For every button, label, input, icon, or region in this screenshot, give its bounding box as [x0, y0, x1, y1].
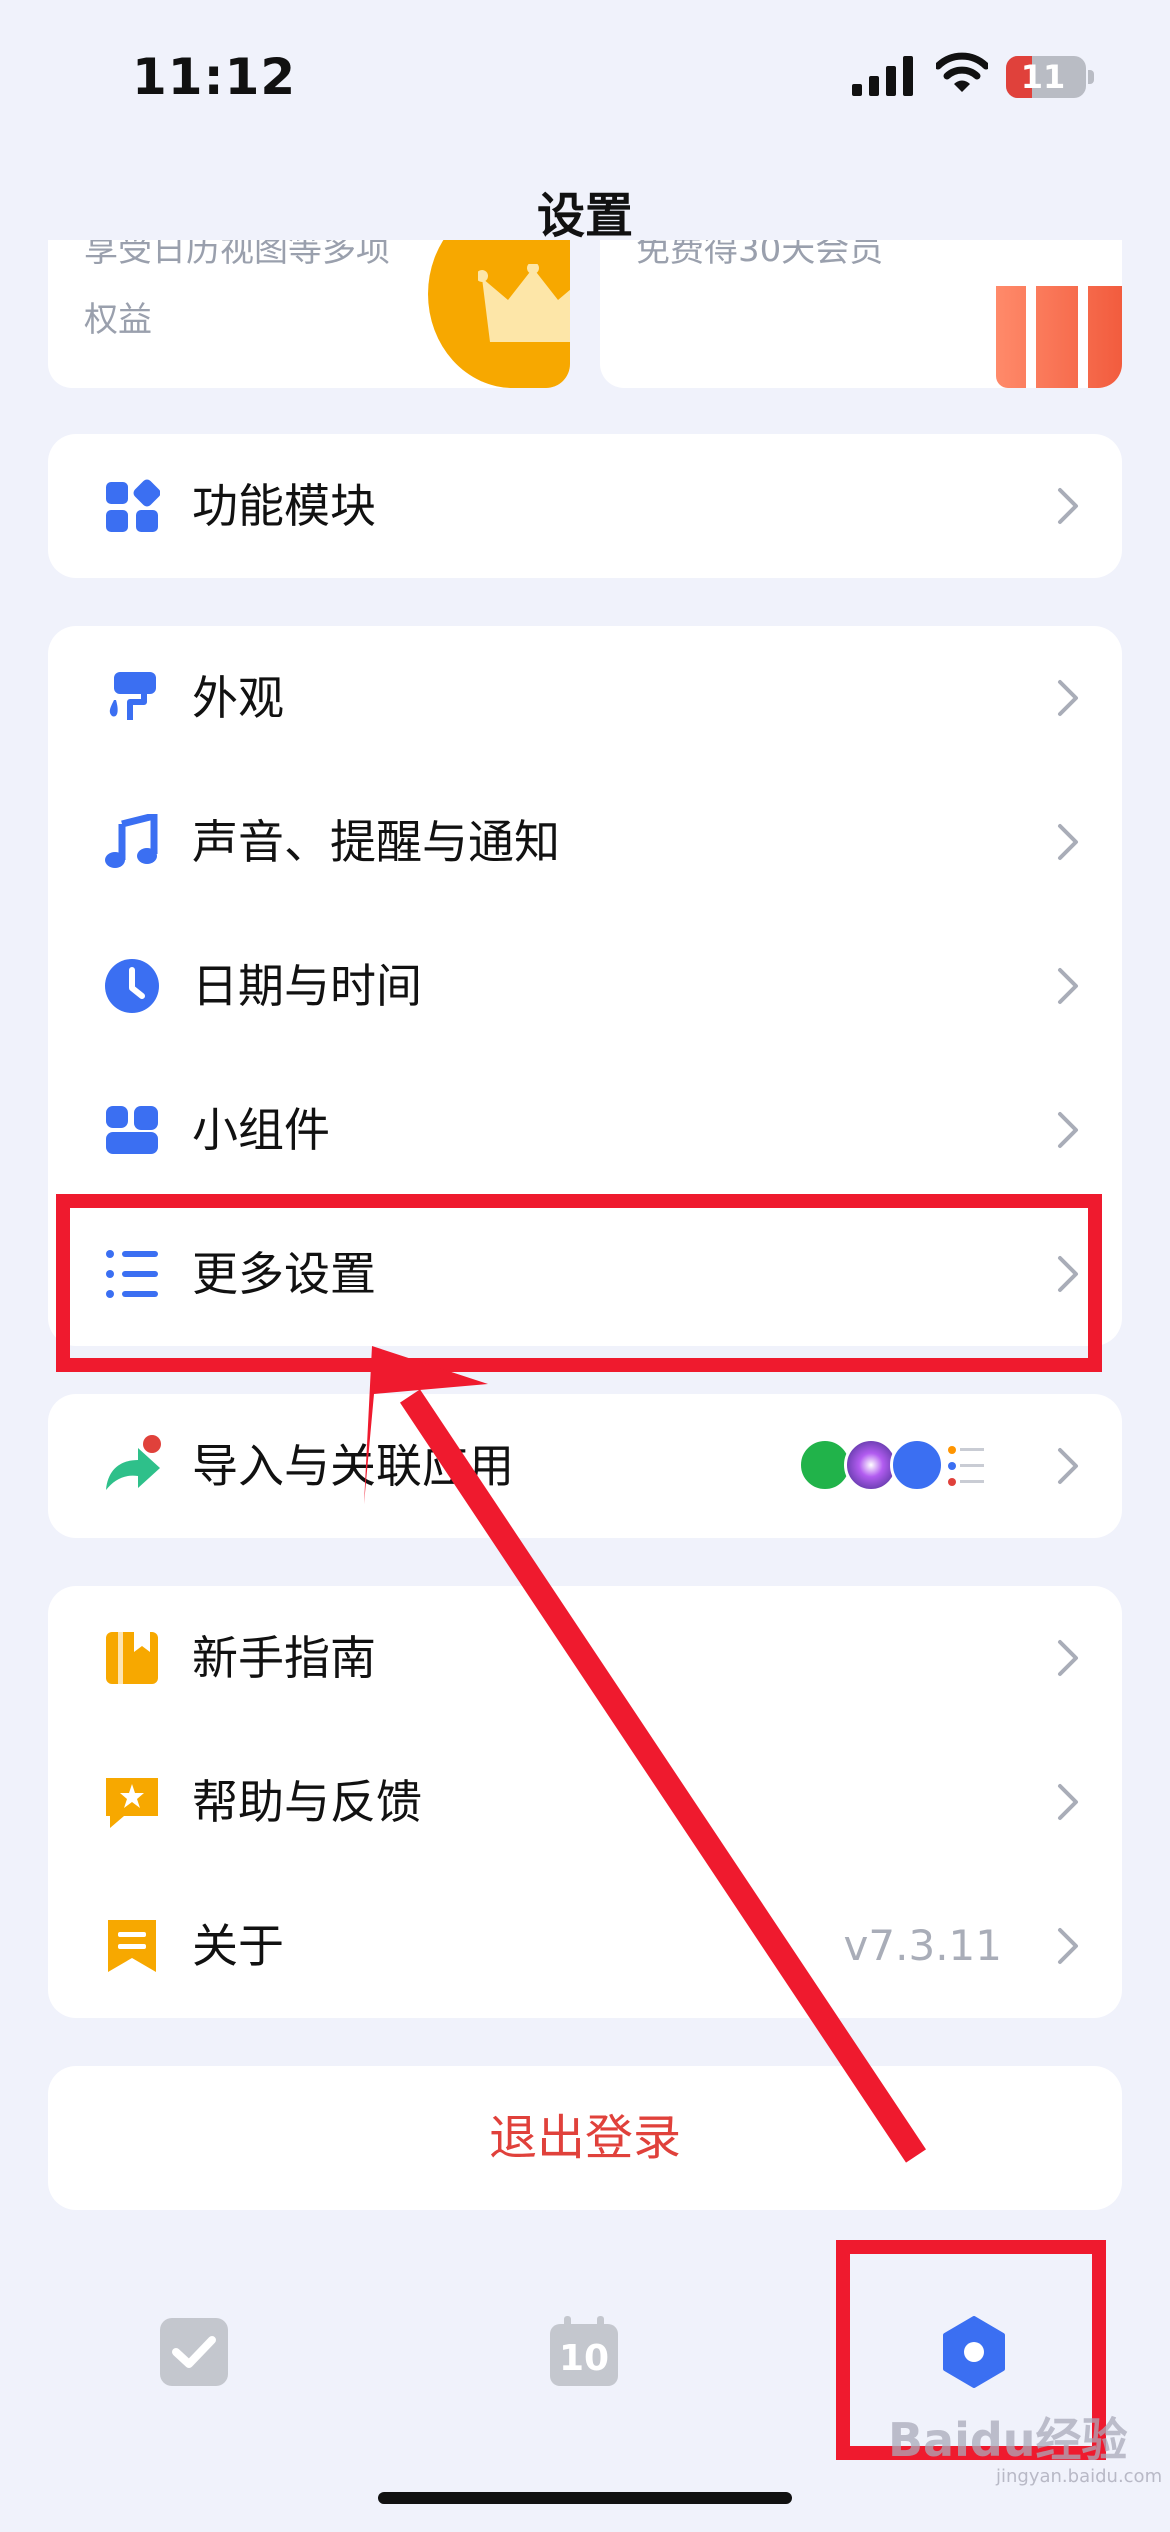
- premium-promo-card[interactable]: 享受日历视图等多项 权益: [48, 240, 570, 388]
- row-sound[interactable]: 声音、提醒与通知: [48, 770, 1122, 914]
- calendar-app-icon: [890, 1438, 944, 1492]
- crown-icon: [478, 264, 570, 342]
- battery-level: 11: [1020, 58, 1066, 96]
- row-help[interactable]: 帮助与反馈: [48, 1730, 1122, 1874]
- grid-modules-icon: [106, 479, 160, 532]
- chevron-right-icon: [1058, 968, 1078, 1004]
- chevron-right-icon: [1058, 1640, 1078, 1676]
- signal-icon: [852, 56, 913, 96]
- row-modules-label: 功能模块: [192, 479, 376, 533]
- row-modules[interactable]: 功能模块: [48, 434, 1122, 578]
- calendar-tab-day: 10: [558, 2338, 610, 2379]
- chevron-right-icon: [1058, 1784, 1078, 1820]
- music-note-icon: [105, 814, 158, 868]
- feedback-star-icon: [106, 1778, 158, 1828]
- baidu-watermark: Baidu经验: [888, 2413, 1128, 2467]
- logout-button[interactable]: 退出登录: [48, 2066, 1122, 2210]
- app-version: v7.3.11: [843, 1921, 1002, 1970]
- linked-apps-badges: [798, 1438, 998, 1494]
- premium-promo-text: 享受日历视图等多项: [84, 240, 390, 270]
- guide-book-icon: [106, 1632, 158, 1684]
- row-guide-label: 新手指南: [192, 1631, 376, 1685]
- row-sound-label: 声音、提醒与通知: [192, 815, 560, 869]
- row-widgets[interactable]: 小组件: [48, 1058, 1122, 1202]
- import-card: 导入与关联应用: [48, 1394, 1122, 1538]
- wifi-icon: [936, 52, 988, 92]
- tab-calendar[interactable]: 10: [548, 2316, 620, 2388]
- bookmark-info-icon: [108, 1920, 156, 1972]
- row-import[interactable]: 导入与关联应用: [48, 1394, 1122, 1538]
- battery-tip: [1088, 70, 1094, 84]
- row-appearance[interactable]: 外观: [48, 626, 1122, 770]
- row-widgets-label: 小组件: [192, 1103, 330, 1157]
- modules-card: 功能模块: [48, 434, 1122, 578]
- paint-roller-icon: [109, 672, 156, 720]
- tab-tasks-icon[interactable]: [158, 2316, 230, 2388]
- reminders-icon: [948, 1446, 984, 1486]
- highlight-box-more-settings: [56, 1194, 1102, 1372]
- row-datetime[interactable]: 日期与时间: [48, 914, 1122, 1058]
- status-bar: 11:12 11: [0, 0, 1170, 150]
- help-card: 新手指南 帮助与反馈 关于 v7.3.11: [48, 1586, 1122, 2018]
- premium-promo-text-2: 权益: [84, 300, 152, 340]
- home-indicator[interactable]: [378, 2492, 792, 2504]
- row-help-label: 帮助与反馈: [192, 1775, 422, 1829]
- chevron-right-icon: [1058, 488, 1078, 524]
- row-appearance-label: 外观: [192, 671, 284, 725]
- row-import-label: 导入与关联应用: [192, 1439, 514, 1493]
- row-guide[interactable]: 新手指南: [48, 1586, 1122, 1730]
- gift-promo-card[interactable]: 免费得30天会员: [600, 240, 1122, 388]
- chevron-right-icon: [1058, 1928, 1078, 1964]
- battery-icon: 11: [1006, 56, 1086, 98]
- share-arrow-icon: [106, 1435, 161, 1490]
- gift-icon: [996, 286, 1122, 388]
- row-about[interactable]: 关于 v7.3.11: [48, 1874, 1122, 2018]
- chevron-right-icon: [1058, 824, 1078, 860]
- chevron-right-icon: [1058, 1112, 1078, 1148]
- baidu-watermark-url: jingyan.baidu.com: [996, 2466, 1163, 2487]
- widgets-icon: [106, 1106, 158, 1154]
- status-time: 11:12: [132, 48, 297, 106]
- clock-icon: [105, 959, 159, 1013]
- page-title: 设置: [536, 188, 633, 244]
- row-about-label: 关于: [192, 1919, 284, 1973]
- chevron-right-icon: [1058, 1448, 1078, 1484]
- gift-promo-text: 免费得30天会员: [636, 240, 884, 270]
- chevron-right-icon: [1058, 680, 1078, 716]
- row-datetime-label: 日期与时间: [192, 959, 422, 1013]
